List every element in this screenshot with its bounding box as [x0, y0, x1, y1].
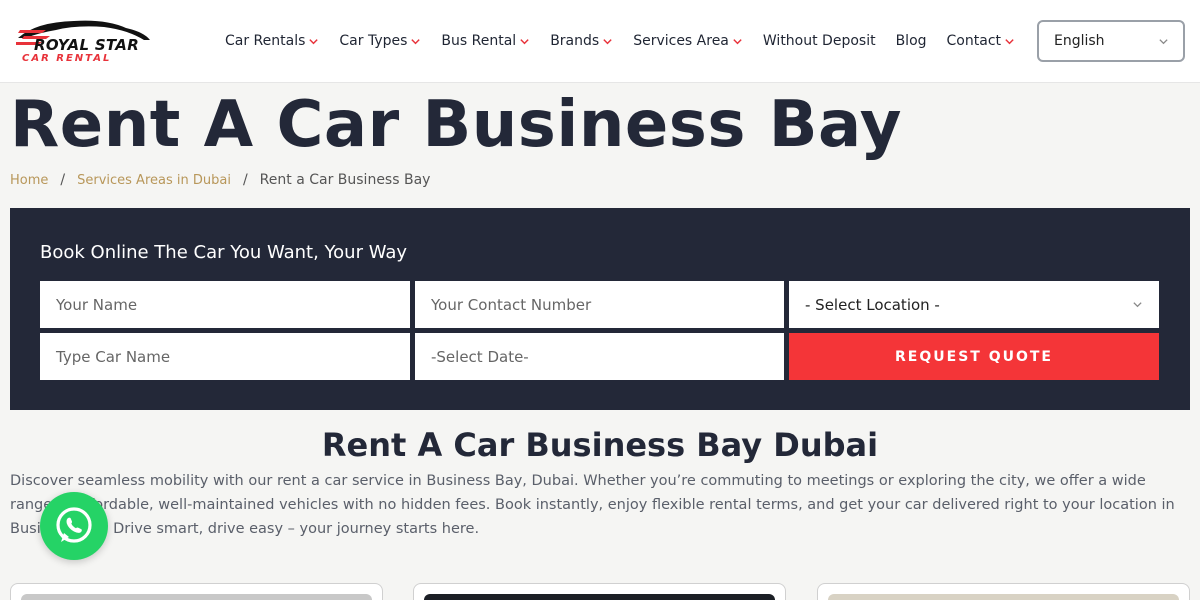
- chevron-down-icon: [733, 38, 742, 44]
- request-quote-button[interactable]: REQUEST QUOTE: [789, 333, 1159, 380]
- nav-item-without-deposit[interactable]: Without Deposit: [763, 33, 876, 49]
- chevron-down-icon: [1133, 302, 1142, 308]
- breadcrumb-home-link[interactable]: Home: [10, 173, 48, 188]
- nav-label: Car Types: [339, 33, 408, 49]
- booking-title: Book Online The Car You Want, Your Way: [40, 242, 408, 263]
- nav-item-contact[interactable]: Contact: [947, 33, 1015, 49]
- logo-sub-text: CAR RENTAL: [22, 53, 112, 64]
- whatsapp-button[interactable]: [40, 492, 108, 560]
- location-select[interactable]: - Select Location -: [789, 281, 1159, 328]
- nav-item-car-types[interactable]: Car Types: [339, 33, 421, 49]
- section-heading: Rent A Car Business Bay Dubai: [321, 426, 879, 464]
- date-input[interactable]: -Select Date-: [415, 333, 784, 380]
- name-placeholder: Your Name: [56, 295, 138, 314]
- car-card-image: [424, 594, 775, 600]
- name-input[interactable]: Your Name: [40, 281, 410, 328]
- whatsapp-icon: [56, 507, 92, 543]
- nav-item-car-rentals[interactable]: Car Rentals: [225, 33, 319, 49]
- car-card[interactable]: [10, 583, 383, 600]
- breadcrumb-services-link[interactable]: Services Areas in Dubai: [77, 173, 231, 188]
- main-nav: Car Rentals Car Types Bus Rental Brands …: [225, 31, 1035, 51]
- nav-label: Without Deposit: [762, 33, 876, 49]
- logo[interactable]: ROYAL STAR CAR RENTAL: [16, 16, 156, 68]
- nav-label: Contact: [946, 33, 1001, 49]
- chevron-down-icon: [603, 38, 612, 44]
- car-card[interactable]: [817, 583, 1190, 600]
- breadcrumb-separator: /: [242, 172, 248, 188]
- nav-label: Services Area: [633, 33, 729, 49]
- car-name-input[interactable]: Type Car Name: [40, 333, 410, 380]
- language-value: English: [1054, 33, 1105, 49]
- nav-label: Blog: [895, 33, 927, 49]
- nav-item-bus-rental[interactable]: Bus Rental: [441, 33, 530, 49]
- car-name-placeholder: Type Car Name: [56, 347, 171, 366]
- car-card-image: [21, 594, 372, 600]
- contact-placeholder: Your Contact Number: [431, 295, 592, 314]
- chevron-down-icon: [1005, 38, 1014, 44]
- chevron-down-icon: [1159, 39, 1168, 45]
- nav-label: Bus Rental: [441, 33, 517, 49]
- booking-form: Book Online The Car You Want, Your Way Y…: [10, 208, 1190, 410]
- nav-item-services-area[interactable]: Services Area: [633, 33, 743, 49]
- site-header: ROYAL STAR CAR RENTAL Car Rentals Car Ty…: [0, 0, 1200, 83]
- nav-item-brands[interactable]: Brands: [550, 33, 613, 49]
- chevron-down-icon: [309, 38, 319, 44]
- car-card[interactable]: [413, 583, 786, 600]
- breadcrumb: Home / Services Areas in Dubai / Rent a …: [10, 172, 430, 188]
- breadcrumb-separator: /: [60, 172, 66, 188]
- car-card-image: [828, 594, 1179, 600]
- page-title: Rent A Car Business Bay: [10, 88, 902, 162]
- logo-main-text: ROYAL STAR: [34, 36, 140, 54]
- date-placeholder: -Select Date-: [431, 347, 529, 366]
- nav-item-blog[interactable]: Blog: [896, 33, 927, 49]
- language-select[interactable]: English: [1037, 20, 1185, 62]
- intro-paragraph: Discover seamless mobility with our rent…: [10, 473, 1175, 537]
- chevron-down-icon: [411, 38, 421, 44]
- breadcrumb-current: Rent a Car Business Bay: [259, 172, 431, 188]
- chevron-down-icon: [520, 38, 529, 44]
- nav-label: Brands: [550, 33, 600, 49]
- contact-number-input[interactable]: Your Contact Number: [415, 281, 784, 328]
- location-value: - Select Location -: [805, 295, 940, 314]
- nav-label: Car Rentals: [225, 33, 306, 49]
